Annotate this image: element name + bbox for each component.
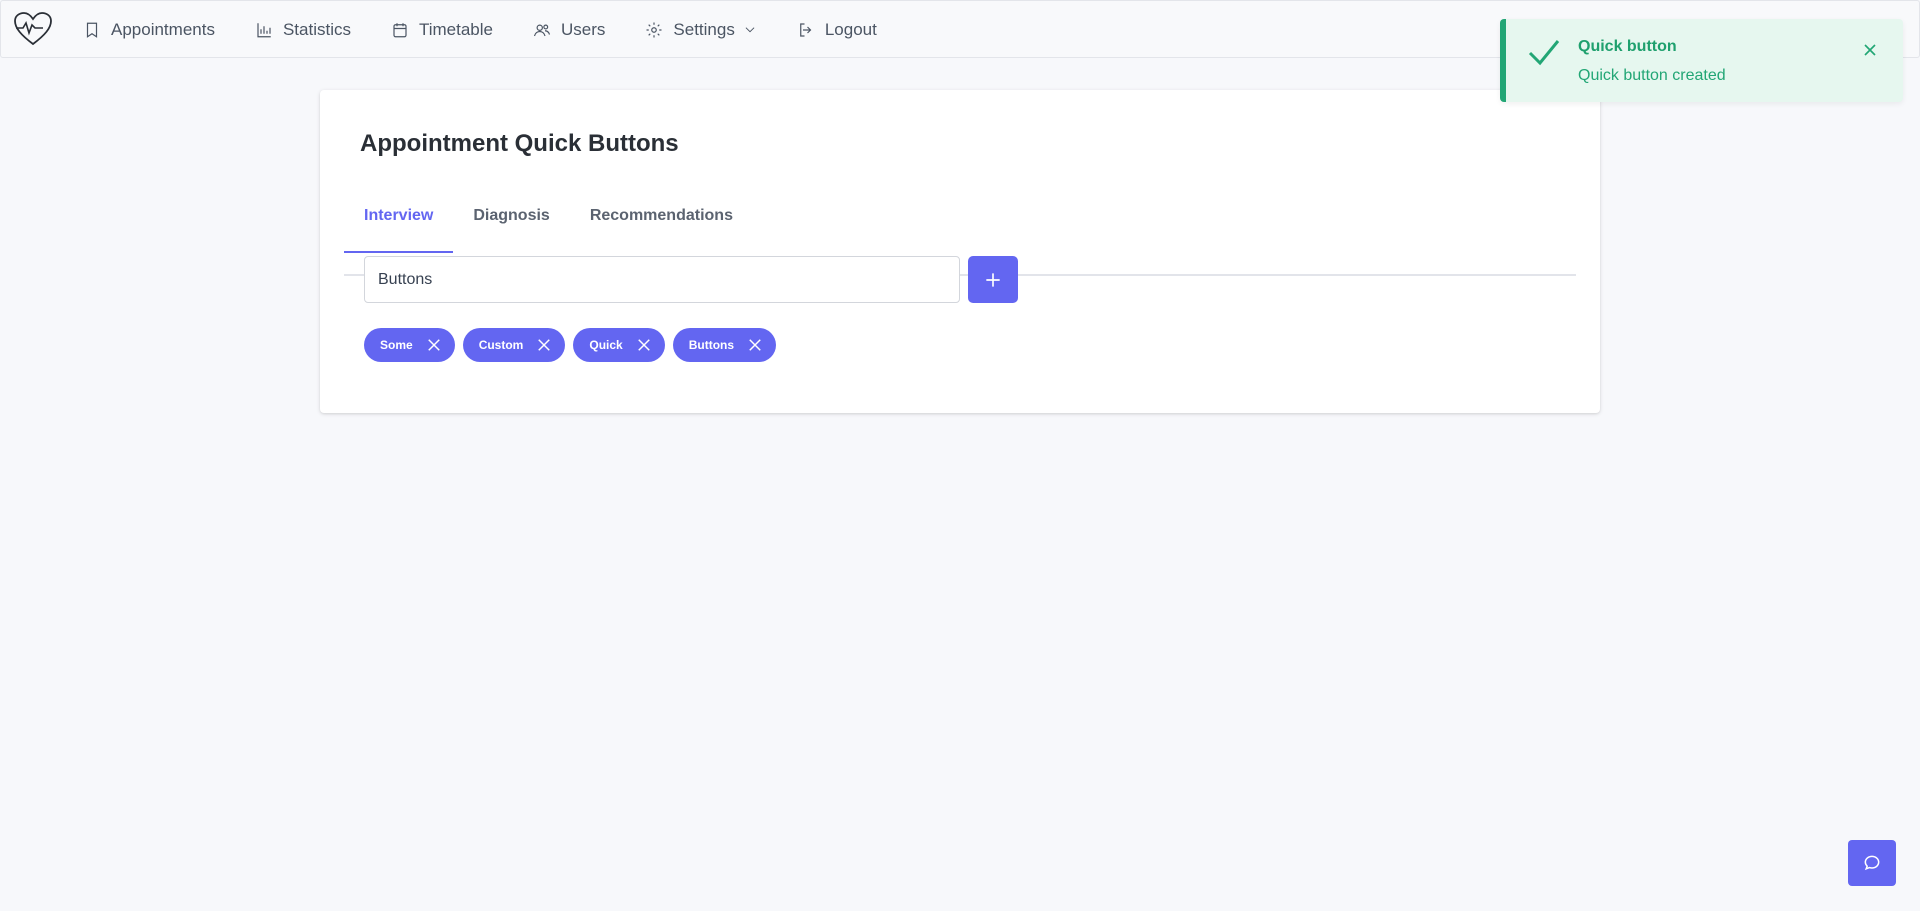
nav-statistics[interactable]: Statistics [255,20,351,40]
nav-statistics-label: Statistics [282,20,351,39]
close-icon [637,339,650,351]
quick-buttons-card: Appointment Quick Buttons Interview Diag… [320,90,1600,413]
chip: Custom [462,328,566,362]
toast-close-button[interactable] [1860,40,1880,60]
chat-button[interactable] [1848,840,1896,886]
nav-appointments-label: Appointments [111,20,215,39]
nav-users-label: Users [561,20,606,39]
tab-diagnosis[interactable]: Diagnosis [453,196,569,236]
remove-chip-button[interactable] [535,336,553,354]
close-icon [1864,44,1876,56]
chip: Buttons [672,328,777,362]
remove-chip-button[interactable] [425,336,443,354]
page-title: Appointment Quick Buttons [360,130,679,157]
chip: Quick [573,328,665,362]
add-quick-button[interactable] [968,256,1018,303]
success-toast: Quick button Quick button created [1500,19,1903,102]
nav-users[interactable]: Users [533,20,605,40]
chevron-down-icon [745,27,755,33]
bar-chart-icon [257,23,271,38]
logout-icon [799,23,812,37]
tab-bar: Interview Diagnosis Recommendations [344,196,753,253]
nav-logout[interactable]: Logout [797,20,877,40]
heart-logo-icon[interactable] [13,11,53,47]
plus-icon [986,272,1000,287]
chip-label: Custom [478,338,524,352]
users-icon [533,24,551,37]
close-icon [538,339,551,351]
chip: Some [364,328,455,362]
chip-list: Some Custom Quick Buttons [364,328,777,362]
close-icon [749,339,761,351]
chip-label: Quick [589,338,623,352]
remove-chip-button[interactable] [746,336,764,354]
nav-appointments[interactable]: Appointments [83,20,215,40]
nav-timetable[interactable]: Timetable [391,20,493,40]
bookmark-icon [86,22,98,38]
toast-title: Quick button [1578,38,1677,55]
chat-bubble-icon [1864,855,1880,871]
gear-icon [646,22,662,38]
toast-message: Quick button created [1578,67,1726,84]
calendar-icon [393,23,407,38]
chip-label: Some [380,338,413,352]
close-icon [427,339,440,351]
nav-timetable-label: Timetable [418,20,493,39]
tab-recommendations[interactable]: Recommendations [570,196,753,236]
quick-button-input[interactable] [364,256,960,303]
nav-settings[interactable]: Settings [645,20,756,40]
chip-label: Buttons [688,338,735,352]
nav-logout-label: Logout [824,20,877,39]
tab-interview[interactable]: Interview [344,196,454,253]
check-icon [1526,35,1562,71]
nav-settings-label: Settings [673,20,735,39]
remove-chip-button[interactable] [635,336,653,354]
